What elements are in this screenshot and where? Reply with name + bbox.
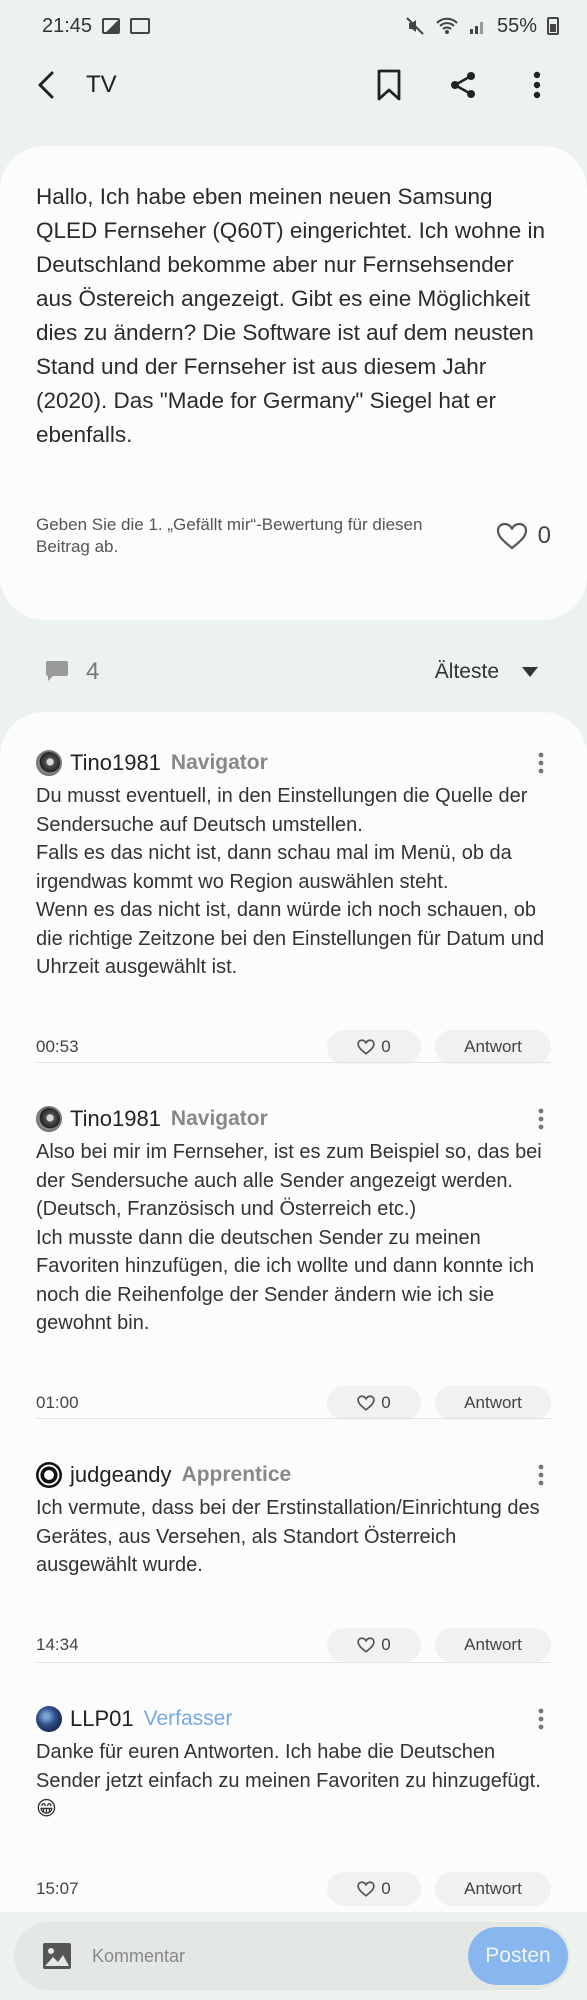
comment-time: 14:34	[36, 1635, 79, 1654]
share-button[interactable]	[441, 63, 485, 107]
comment-username[interactable]: LLP01	[70, 1706, 134, 1732]
comment-time: 15:07	[36, 1879, 79, 1898]
more-options-button[interactable]	[515, 63, 559, 107]
comment-composer: Kommentar Posten	[0, 1912, 587, 2000]
comment-item: LLP01 Verfasser Danke für euren Antworte…	[36, 1704, 551, 1906]
comment-like-count: 0	[381, 1635, 391, 1654]
comment-user-rank: Navigator	[170, 1107, 268, 1130]
avatar[interactable]	[36, 1706, 62, 1732]
comment-like-count: 0	[381, 1393, 391, 1412]
comment-text: Danke für euren Antworten. Ich habe die …	[36, 1741, 541, 1820]
image-attach-icon[interactable]	[42, 1942, 72, 1970]
comment-like-count: 0	[381, 1879, 391, 1898]
more-vertical-icon	[538, 1708, 544, 1730]
more-vertical-icon	[538, 1108, 544, 1130]
original-post: Hallo, Ich habe eben meinen neuen Samsun…	[0, 146, 587, 620]
avatar[interactable]	[36, 1106, 62, 1132]
heart-icon	[496, 522, 527, 550]
divider	[36, 1418, 551, 1419]
comment-user-rank: Navigator	[170, 751, 268, 774]
comment-username[interactable]: Tino1981	[70, 750, 161, 776]
gallery-notification-icon	[102, 18, 121, 34]
comment-bubble-icon	[46, 661, 68, 681]
comment-like-button[interactable]: 0	[327, 1872, 421, 1906]
comment-more-button[interactable]	[531, 1108, 551, 1130]
comment-time: 00:53	[36, 1037, 79, 1056]
more-vertical-icon	[538, 1464, 544, 1486]
top-app-bar: TV	[0, 52, 587, 118]
post-like-button[interactable]: 0	[496, 522, 551, 550]
comment-more-button[interactable]	[531, 752, 551, 774]
comment-placeholder: Kommentar	[92, 1945, 186, 1966]
heart-icon	[357, 1039, 375, 1055]
comment-like-button[interactable]: 0	[327, 1030, 421, 1064]
reply-button[interactable]: Antwort	[435, 1628, 551, 1662]
comment-text: Du musst eventuell, in den Einstellungen…	[36, 785, 545, 978]
post-like-row: Geben Sie die 1. „Gefällt mir“-Bewertung…	[36, 514, 551, 558]
like-prompt: Geben Sie die 1. „Gefällt mir“-Bewertung…	[36, 515, 423, 556]
comment-username[interactable]: Tino1981	[70, 1106, 161, 1132]
divider	[36, 1062, 551, 1063]
comment-item: Tino1981 Navigator Also bei mir im Ferns…	[36, 1104, 551, 1420]
signal-icon	[469, 22, 483, 34]
comment-time: 01:00	[36, 1393, 79, 1412]
reply-button[interactable]: Antwort	[435, 1872, 551, 1906]
sort-label: Älteste	[434, 660, 499, 683]
post-like-count: 0	[537, 522, 551, 549]
battery-icon	[547, 17, 559, 35]
heart-icon	[357, 1395, 375, 1411]
page-title: TV	[86, 71, 117, 98]
comment-text: Also bei mir im Fernseher, ist es zum Be…	[36, 1141, 542, 1334]
comment-input[interactable]: Kommentar Posten	[14, 1922, 570, 1990]
battery-percent: 55%	[496, 14, 537, 37]
comment-like-button[interactable]: 0	[327, 1386, 421, 1420]
more-vertical-icon	[538, 752, 544, 774]
status-bar: 21:45 55%	[0, 0, 587, 52]
comment-like-button[interactable]: 0	[327, 1628, 421, 1662]
comment-item: Tino1981 Navigator Du musst eventuell, i…	[36, 748, 551, 1064]
more-vertical-icon	[533, 71, 541, 99]
comment-count-bar: 4 Älteste	[0, 648, 587, 696]
comment-count: 4	[86, 658, 100, 685]
avatar[interactable]	[36, 750, 62, 776]
back-button[interactable]	[28, 67, 64, 103]
reply-button[interactable]: Antwort	[435, 1386, 551, 1420]
comment-text: Ich vermute, dass bei der Erstinstallati…	[36, 1497, 540, 1576]
divider	[36, 1662, 551, 1663]
comment-username[interactable]: judgeandy	[70, 1462, 172, 1488]
comment-user-rank: Apprentice	[181, 1463, 292, 1486]
heart-icon	[357, 1637, 375, 1653]
status-time: 21:45	[42, 14, 93, 37]
mute-icon	[406, 17, 424, 35]
comment-item: judgeandy Apprentice Ich vermute, dass b…	[36, 1460, 551, 1662]
post-button[interactable]: Posten	[468, 1927, 568, 1985]
screen-notification-icon	[130, 18, 151, 34]
wifi-icon	[436, 17, 458, 34]
comment-user-rank: Verfasser	[143, 1707, 233, 1730]
post-body: Hallo, Ich habe eben meinen neuen Samsun…	[36, 184, 545, 447]
comment-like-count: 0	[381, 1037, 391, 1056]
comment-more-button[interactable]	[531, 1708, 551, 1730]
sort-dropdown[interactable]: Älteste	[435, 660, 539, 684]
bookmark-icon	[377, 69, 401, 101]
comment-more-button[interactable]	[531, 1464, 551, 1486]
heart-icon	[357, 1881, 375, 1897]
share-icon	[451, 72, 475, 98]
comment-list: Tino1981 Navigator Du musst eventuell, i…	[0, 712, 587, 1912]
avatar[interactable]	[36, 1462, 62, 1488]
chevron-left-icon	[38, 71, 54, 99]
reply-button[interactable]: Antwort	[435, 1030, 551, 1064]
dropdown-arrow-icon	[522, 667, 538, 677]
bookmark-button[interactable]	[367, 63, 411, 107]
